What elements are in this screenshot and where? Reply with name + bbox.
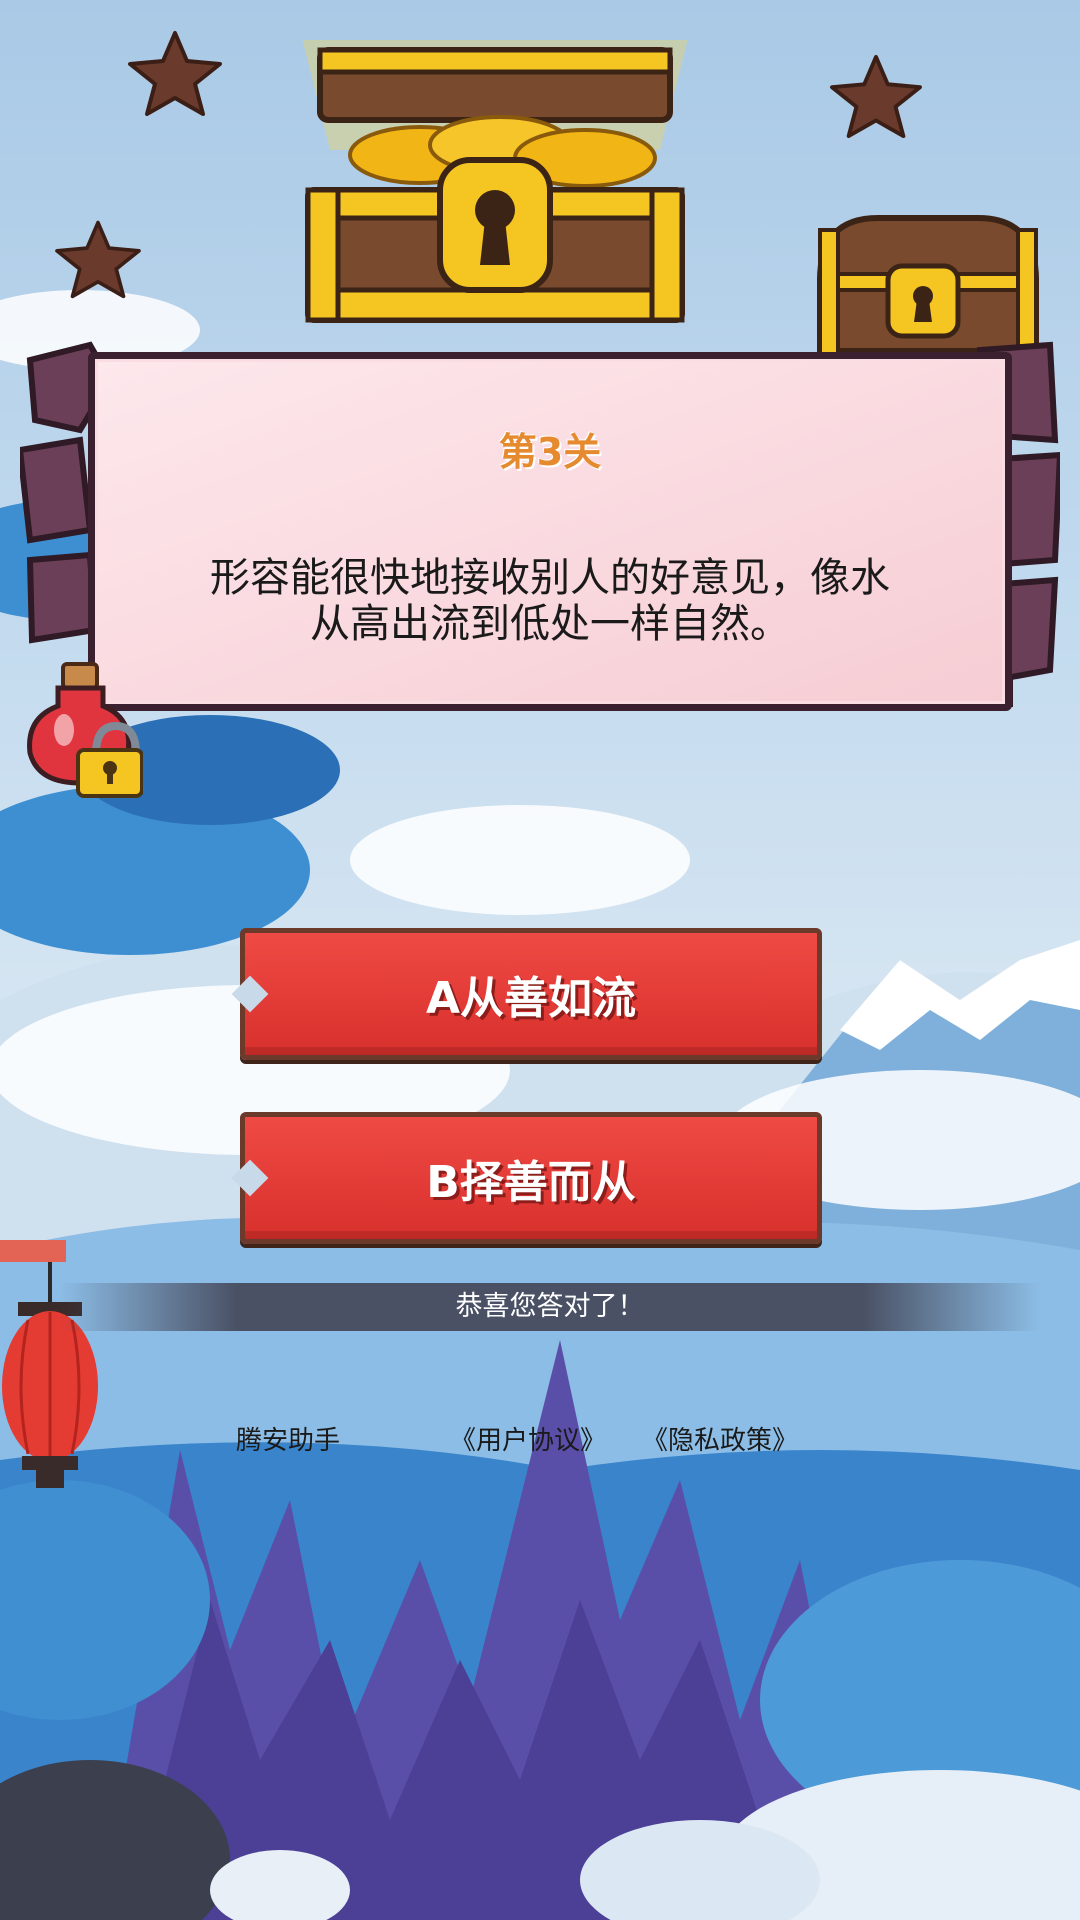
result-message: 恭喜您答对了！ bbox=[455, 1291, 645, 1322]
privacy-policy-link[interactable]: 《隐私政策》 bbox=[642, 1420, 798, 1457]
brand-label: 腾安助手 bbox=[236, 1426, 341, 1456]
star-icon bbox=[55, 220, 141, 299]
answer-a-label: A从善如流 bbox=[425, 973, 637, 1024]
question-line-1: 形容能很快地接收别人的好意见，像水 bbox=[210, 555, 890, 601]
answer-b-button[interactable]: B择善而从 bbox=[231, 1112, 822, 1244]
potion-lock-icon bbox=[27, 662, 143, 798]
lantern-icon bbox=[0, 1240, 98, 1488]
treasure-chest-icon bbox=[302, 40, 688, 323]
question-card: 第3关 形容能很快地接收别人的好意见，像水 从高出流到低处一样自然。 bbox=[88, 352, 1012, 711]
answer-a-button[interactable]: A从善如流 bbox=[231, 928, 822, 1060]
result-banner: 恭喜您答对了！ bbox=[60, 1283, 1040, 1331]
answer-b-label: B择善而从 bbox=[426, 1157, 636, 1208]
star-icon bbox=[830, 54, 922, 139]
star-icon bbox=[128, 31, 222, 116]
question-line-2: 从高出流到低处一样自然。 bbox=[310, 601, 790, 647]
level-title: 第3关 bbox=[498, 430, 602, 474]
user-agreement-link[interactable]: 《用户协议》 bbox=[450, 1420, 606, 1457]
question-text: 形容能很快地接收别人的好意见，像水 从高出流到低处一样自然。 bbox=[119, 555, 981, 647]
